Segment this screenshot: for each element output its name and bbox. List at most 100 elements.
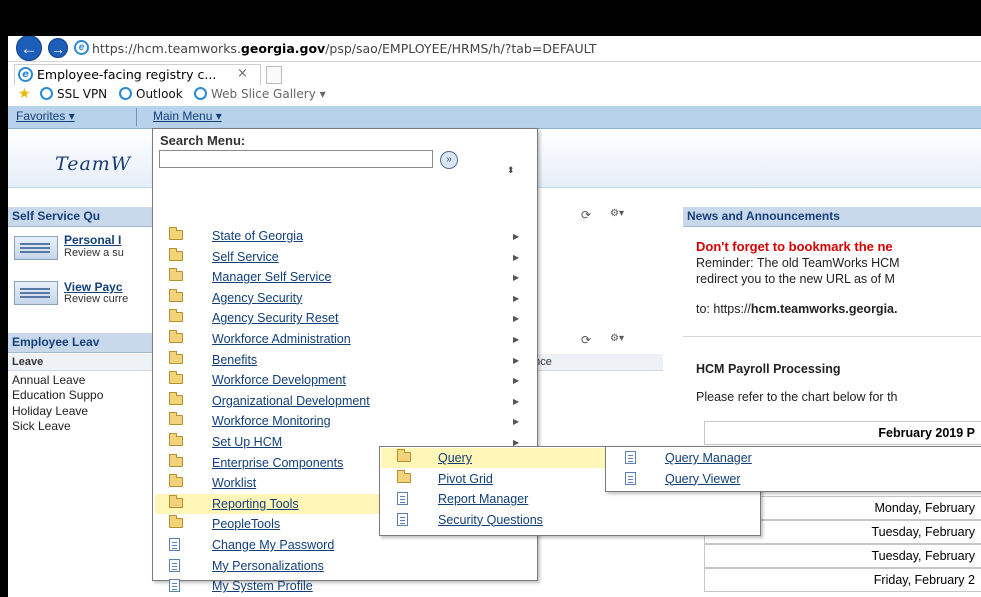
tab-close-icon[interactable]: × [237, 66, 248, 81]
browser-tab[interactable]: e Employee-facing registry c... × [14, 64, 261, 85]
new-tab-button[interactable] [266, 66, 282, 84]
ie-page-icon [119, 87, 132, 100]
menu-item-label: Query [438, 451, 473, 465]
news-line-3: to: https://hcm.teamworks.georgia. [696, 302, 898, 316]
folder-icon [169, 474, 183, 488]
folder-icon [169, 515, 183, 529]
menu-item-query-manager[interactable]: Query Manager [607, 448, 979, 468]
leave-row-sick: Sick Leave [12, 419, 71, 433]
menu-item-my-system-profile[interactable]: My System Profile [155, 576, 535, 596]
chevron-right-icon: ▶ [513, 273, 520, 283]
menu-item-label: Workforce Monitoring [212, 414, 331, 429]
menu-item-agency-security-reset[interactable]: Agency Security Reset ▶ [155, 308, 535, 328]
chevron-right-icon: ▶ [513, 417, 520, 427]
folder-icon [169, 391, 183, 405]
refresh-icon[interactable]: ⟳ [581, 208, 591, 222]
tab-title: Employee-facing registry c... [37, 67, 217, 82]
leave-row-education: Education Suppo [12, 388, 104, 402]
paycheck-icon [14, 281, 58, 305]
favorites-menu[interactable]: Favorites ▾ [16, 109, 75, 123]
menu-item-label: Agency Security [212, 290, 303, 305]
menu-item-workforce-administration[interactable]: Workforce Administration ▶ [155, 329, 535, 349]
settings-gear-icon[interactable]: ⚙▾ [610, 208, 624, 219]
fav-web-slice-gallery[interactable]: Web Slice Gallery ▾ [194, 87, 326, 101]
folder-icon [169, 494, 183, 508]
menu-item-label: Change My Password [212, 538, 335, 552]
menu-item-workforce-development[interactable]: Workforce Development ▶ [155, 370, 535, 390]
menu-item-label: Set Up HCM [212, 435, 283, 449]
ie-logo-icon: e [74, 40, 89, 55]
view-paycheck-link[interactable]: View Payc [64, 280, 123, 294]
folder-icon [169, 412, 183, 426]
menu-item-label: Workforce Development [212, 373, 346, 388]
fav-outlook[interactable]: Outlook [119, 87, 183, 101]
menu-item-label: Query Manager [665, 451, 752, 465]
menu-item-label: Benefits [212, 352, 258, 367]
menu-item-label: Worklist [212, 476, 257, 491]
chevron-right-icon: ▶ [513, 376, 520, 386]
favorites-bar: ★ SSL VPN Outlook Web Slice Gallery ▾ [8, 84, 981, 106]
payroll-refer-text: Please refer to the chart below for th [696, 390, 898, 404]
search-menu-label: Search Menu: [160, 133, 246, 148]
menu-item-label: My Personalizations [212, 558, 324, 573]
query-submenu: Query Manager Query Viewer [605, 446, 981, 492]
payroll-table-header: February 2019 P [704, 421, 981, 445]
menu-item-label: Query Viewer [665, 471, 741, 486]
back-arrow-icon[interactable]: ← [16, 36, 42, 61]
chevron-right-icon: ▶ [513, 396, 520, 406]
menu-item-self-service[interactable]: Self Service ▶ [155, 247, 535, 267]
menu-item-benefits[interactable]: Benefits ▶ [155, 350, 535, 370]
personal-info-link[interactable]: Personal I [64, 233, 121, 247]
folder-icon [169, 433, 183, 446]
news-headline: Don't forget to bookmark the ne [696, 239, 893, 254]
menu-item-workforce-monitoring[interactable]: Workforce Monitoring ▶ [155, 411, 535, 431]
folder-icon [169, 371, 183, 385]
menu-item-label: Reporting Tools [212, 496, 299, 511]
menu-item-security-questions[interactable]: Security Questions [381, 510, 757, 530]
search-menu-input[interactable] [159, 150, 433, 168]
folder-icon [397, 469, 411, 483]
leave-refresh-icon[interactable]: ⟳ [581, 333, 591, 347]
menu-item-report-manager[interactable]: Report Manager [381, 489, 757, 509]
teamworks-logo: TeamW [55, 153, 132, 175]
sort-toggle-icon[interactable]: ⬍ [507, 165, 515, 176]
forward-arrow-icon[interactable]: → [48, 38, 68, 58]
self-service-pagelet-header: Self Service Qu [8, 207, 153, 227]
menu-item-agency-security[interactable]: Agency Security ▶ [155, 288, 535, 308]
document-icon [169, 558, 180, 572]
folder-icon [169, 309, 183, 323]
news-divider [683, 336, 981, 337]
ie-page-icon [40, 87, 53, 100]
menu-item-label: Workforce Administration [212, 332, 351, 346]
menu-item-label: Manager Self Service [212, 270, 332, 285]
leave-settings-icon[interactable]: ⚙▾ [610, 333, 624, 344]
folder-icon [169, 268, 183, 282]
folder-icon [169, 350, 183, 364]
menu-item-organizational-development[interactable]: Organizational Development ▶ [155, 391, 535, 411]
menu-item-state-of-georgia[interactable]: State of Georgia ▶ [155, 226, 535, 246]
folder-icon [397, 449, 411, 462]
search-go-button[interactable]: » [440, 151, 458, 169]
menu-item-my-personalizations[interactable]: My Personalizations [155, 556, 535, 576]
employee-leave-pagelet-header: Employee Leav [8, 333, 153, 353]
menu-item-label: Self Service [212, 249, 279, 264]
news-pagelet-header: News and Announcements [683, 207, 981, 227]
menu-item-manager-self-service[interactable]: Manager Self Service ▶ [155, 267, 535, 287]
main-menu[interactable]: Main Menu ▾ [153, 109, 222, 123]
menu-item-query-viewer[interactable]: Query Viewer [607, 469, 979, 489]
folder-icon [169, 288, 183, 302]
personal-info-icon [14, 236, 58, 260]
chevron-right-icon: ▶ [513, 293, 520, 303]
menu-item-change-my-password[interactable]: Change My Password [155, 535, 535, 555]
document-icon [397, 512, 408, 526]
url-field[interactable]: https://hcm.teamworks.georgia.gov/psp/sa… [92, 41, 596, 56]
folder-icon [169, 227, 183, 240]
tab-strip: e Employee-facing registry c... × [8, 61, 981, 85]
fav-ssl-vpn[interactable]: SSL VPN [40, 87, 107, 101]
favorites-star-icon[interactable]: ★ [18, 86, 31, 102]
menu-item-label: My System Profile [212, 579, 313, 594]
browser-window: ← → e https://hcm.teamworks.georgia.gov/… [8, 36, 981, 597]
menu-item-label: Enterprise Components [212, 455, 344, 470]
menu-item-label: PeopleTools [212, 517, 281, 532]
document-icon [169, 538, 180, 551]
